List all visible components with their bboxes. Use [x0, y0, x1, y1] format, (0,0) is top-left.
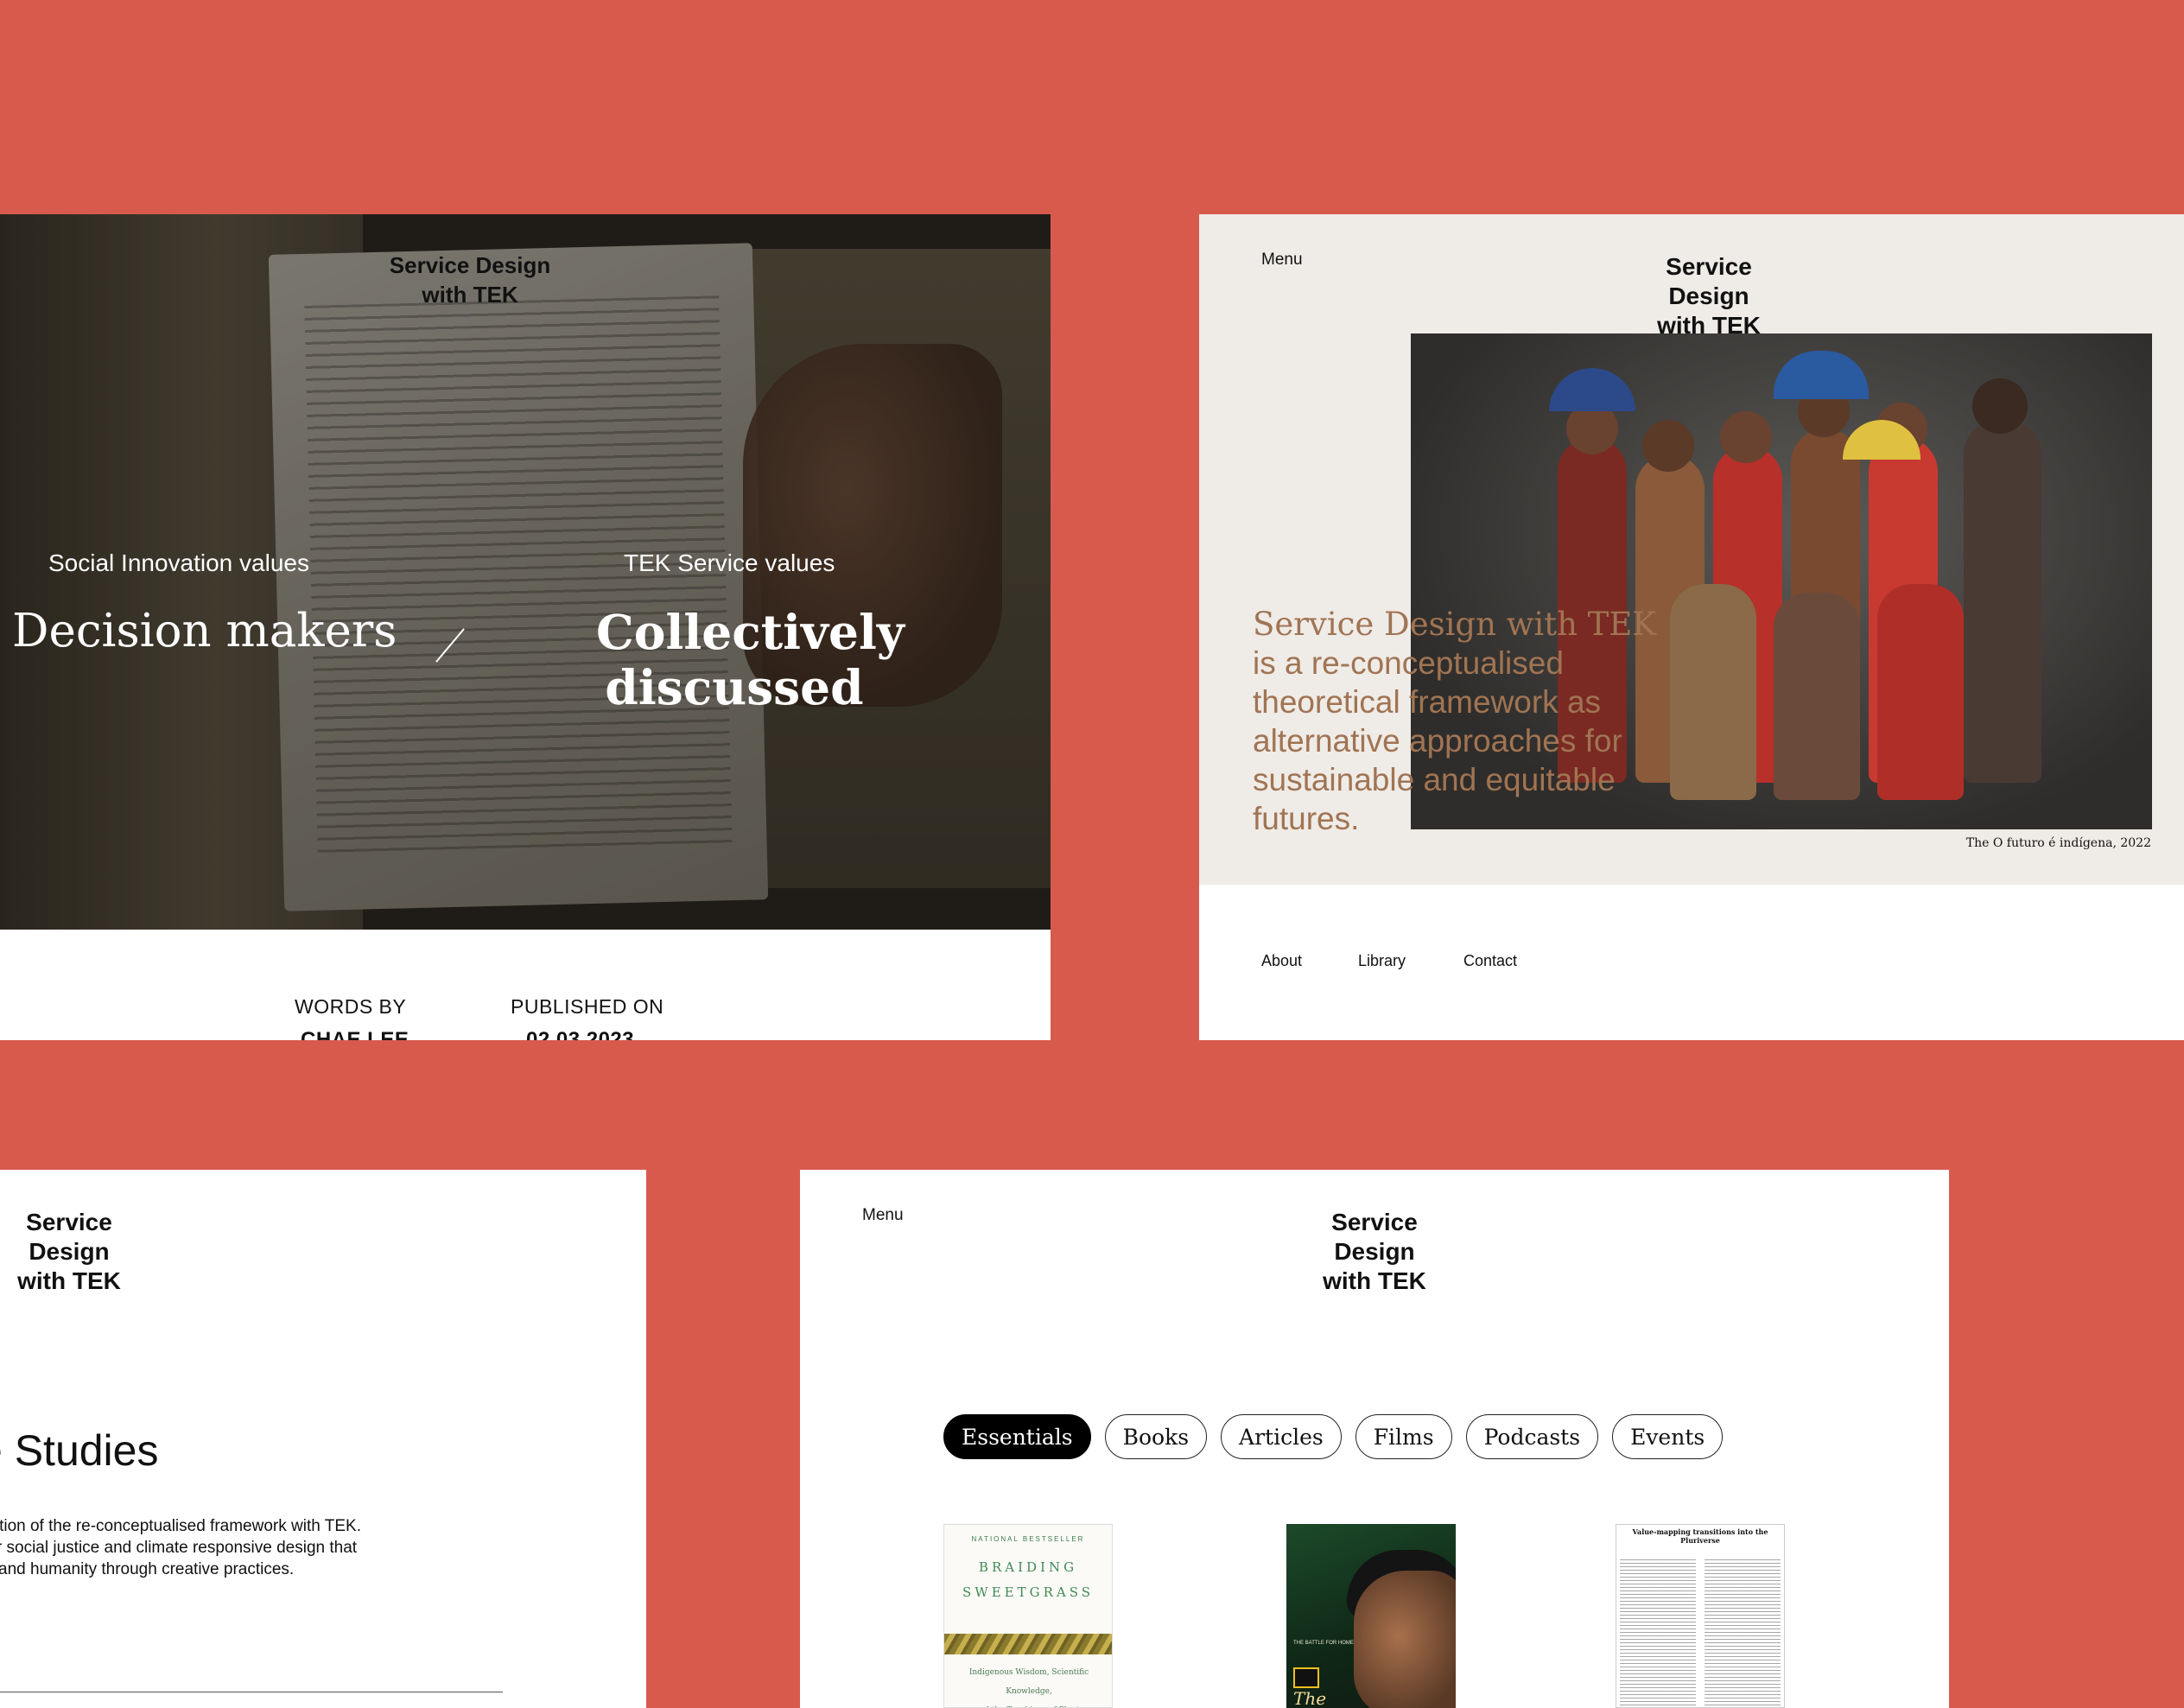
filter-essentials[interactable]: Essentials [943, 1414, 1091, 1459]
menu-button[interactable]: Menu [1261, 251, 1303, 270]
library-panel: Menu Service Design with TEK Essentials … [800, 1170, 1949, 1708]
article-text-column [1620, 1559, 1696, 1706]
article-title: Value-mapping transitions into the Pluri… [1632, 1527, 1768, 1545]
filter-events[interactable]: Events [1612, 1414, 1724, 1459]
landing-hero: Menu Service Design with TEK Service Des… [1199, 214, 2184, 885]
nav-contact[interactable]: Contact [1463, 952, 1517, 970]
published-on-label: PUBLISHED ON [511, 995, 664, 1018]
library-item-braiding-sweetgrass[interactable]: NATIONAL BESTSELLER BRAIDING SWEETGRASS … [943, 1524, 1113, 1708]
tagline-rest: is a re-conceptualised theoretical frame… [1253, 645, 1622, 836]
publish-date: 02.03.2023 [526, 1028, 635, 1040]
tagline: Service Design with TEK is a re-conceptu… [1253, 605, 1659, 838]
site-logo[interactable]: Service Design with TEK [1622, 252, 1795, 340]
filter-films[interactable]: Films [1355, 1414, 1452, 1459]
landing-panel: Menu Service Design with TEK Service Des… [1199, 214, 2184, 1040]
library-item-article[interactable]: Value-mapping transitions into the Pluri… [1616, 1524, 1785, 1708]
case-studies-title: se Studies [0, 1426, 159, 1475]
decision-makers-value: Decision makers [12, 605, 397, 657]
photo-caption: The O futuro é indígena, 2022 [1965, 836, 2151, 850]
filter-books[interactable]: Books [1104, 1414, 1208, 1459]
author-name: CHAE LEE [301, 1028, 410, 1040]
social-innovation-label: Social Innovation values [48, 549, 309, 576]
tek-service-label: TEK Service values [624, 549, 835, 576]
filter-articles[interactable]: Articles [1221, 1414, 1342, 1459]
case-studies-panel: Service Design with TEK se Studies plica… [0, 1170, 646, 1708]
library-item-film[interactable]: THE BATTLE FOR HOME The [1286, 1524, 1456, 1708]
filter-podcasts[interactable]: Podcasts [1465, 1414, 1599, 1459]
case-studies-intro: plication of the re-conceptualised frame… [0, 1517, 361, 1578]
film-poster-face-image [1354, 1571, 1456, 1708]
site-logo[interactable]: Service Design with TEK [1288, 1208, 1461, 1296]
site-logo[interactable]: Service Design with TEK [384, 251, 556, 309]
article-hero-panel: Service Design with TEK Social Innovatio… [0, 214, 1051, 1040]
film-tagline: THE BATTLE FOR HOME [1293, 1641, 1354, 1646]
nav-about[interactable]: About [1261, 952, 1302, 970]
words-by-label: WORDS BY [295, 995, 407, 1018]
site-logo[interactable]: Service Design with TEK [0, 1208, 156, 1296]
article-text-column [1705, 1559, 1781, 1706]
tagline-highlight: Service Design with TEK [1253, 606, 1656, 643]
national-geographic-logo [1293, 1667, 1319, 1688]
film-title: The [1293, 1688, 1327, 1708]
menu-button[interactable]: Menu [862, 1206, 904, 1225]
collectively-discussed-value: Collectively discussed [596, 604, 905, 715]
library-filter-bar: Essentials Books Articles Films Podcasts… [943, 1414, 1724, 1459]
sweetgrass-braid-image [944, 1634, 1112, 1654]
nav-library[interactable]: Library [1358, 952, 1406, 970]
